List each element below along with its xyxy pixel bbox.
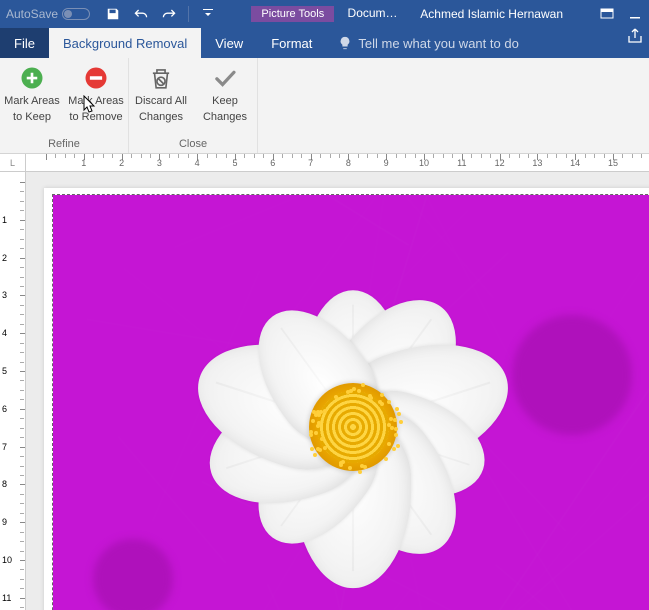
mark-remove-label-2: to Remove [69,110,122,124]
group-label-refine: Refine [0,136,128,153]
group-close: Discard All Changes Keep Changes Close [129,58,258,153]
ribbon-tabs: File Background Removal View Format [0,28,649,58]
flower-foreground [173,247,533,607]
mark-keep-icon [18,64,46,92]
discard-label-2: Changes [139,110,183,124]
tell-me-input[interactable] [358,36,534,51]
minimize-icon[interactable] [621,2,649,26]
quick-access-toolbar [104,5,217,23]
autosave-label: AutoSave [6,7,58,21]
mark-remove-label-1: Mark Areas [68,94,124,108]
discard-label-1: Discard All [135,94,187,108]
tab-format[interactable]: Format [257,28,326,58]
tell-me-search[interactable] [338,28,627,58]
mark-keep-label-1: Mark Areas [4,94,60,108]
title-bar: AutoSave Picture Tools Docum… Achmed Isl… [0,0,649,28]
group-refine: Mark Areas to Keep Mark Areas to Remove … [0,58,129,153]
ribbon: Mark Areas to Keep Mark Areas to Remove … [0,58,649,154]
horizontal-ruler[interactable]: 123456789101112131415 [26,154,649,172]
document-area[interactable] [26,172,649,610]
window-controls [593,2,649,26]
share-icon[interactable] [627,28,643,58]
ruler-corner[interactable]: L [0,154,26,172]
group-label-close: Close [129,136,257,153]
discard-icon [147,64,175,92]
redo-icon[interactable] [160,5,178,23]
qat-customize-icon[interactable] [199,5,217,23]
keep-label-1: Keep [212,94,238,108]
background-removal-overlay [53,195,649,610]
undo-icon[interactable] [132,5,150,23]
page [44,188,649,610]
autosave-toggle-icon[interactable] [62,8,90,20]
mark-areas-to-keep-button[interactable]: Mark Areas to Keep [0,58,64,136]
tab-view[interactable]: View [201,28,257,58]
lightbulb-icon [338,36,352,50]
document-name: Docum… [348,6,398,20]
ribbon-display-options-icon[interactable] [593,2,621,26]
qat-separator [188,6,189,22]
vertical-ruler[interactable]: 1234567891011 [0,172,26,610]
keep-changes-button[interactable]: Keep Changes [193,58,257,136]
discard-all-changes-button[interactable]: Discard All Changes [129,58,193,136]
mark-areas-to-remove-button[interactable]: Mark Areas to Remove [64,58,128,136]
flower-center [309,383,397,471]
mark-keep-label-2: to Keep [13,110,51,124]
keep-icon [211,64,239,92]
user-name[interactable]: Achmed Islamic Hernawan [420,7,563,21]
mark-remove-icon [82,64,110,92]
autosave-control[interactable]: AutoSave [6,7,90,21]
selected-image[interactable] [52,194,649,610]
keep-label-2: Changes [203,110,247,124]
save-icon[interactable] [104,5,122,23]
tab-background-removal[interactable]: Background Removal [49,28,201,58]
tab-file[interactable]: File [0,28,49,58]
contextual-tab-label[interactable]: Picture Tools [251,6,334,22]
